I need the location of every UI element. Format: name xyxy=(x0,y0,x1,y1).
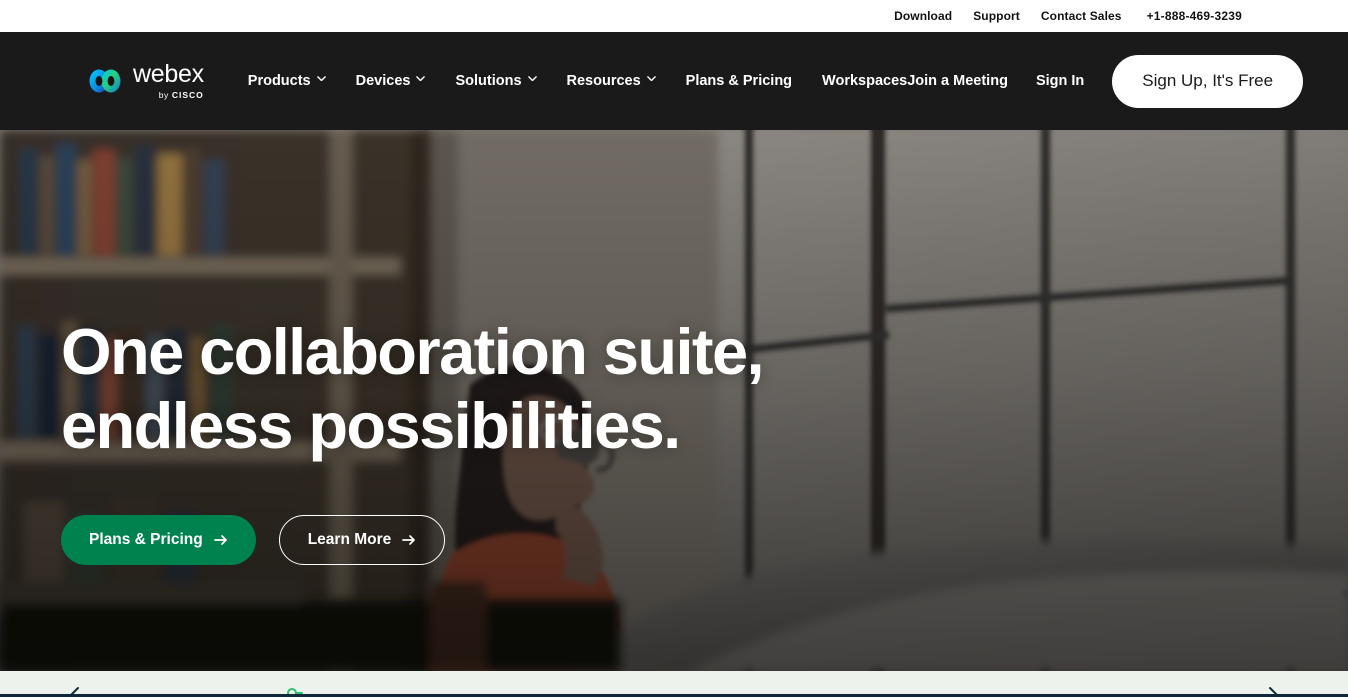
utility-link-contact-sales[interactable]: Contact Sales xyxy=(1041,9,1122,23)
utility-link-download[interactable]: Download xyxy=(894,9,952,23)
header-actions: Join a Meeting Sign In Sign Up, It's Fre… xyxy=(907,54,1304,108)
logo-byline: by CISCO xyxy=(159,90,204,100)
logo-byline-prefix: by xyxy=(158,90,172,100)
main-header: webex by CISCO Products Devices Solution… xyxy=(0,32,1348,130)
nav-label-plans-pricing: Plans & Pricing xyxy=(685,73,793,89)
nav-label-devices: Devices xyxy=(355,73,411,89)
hero-headline-line-1: One collaboration suite, xyxy=(61,314,765,388)
utility-bar: Download Support Contact Sales +1-888-46… xyxy=(0,0,1348,32)
nav-item-products[interactable]: Products xyxy=(248,73,326,89)
learn-more-button[interactable]: Learn More xyxy=(278,514,446,565)
nav-item-solutions[interactable]: Solutions xyxy=(455,73,537,89)
chevron-down-icon xyxy=(527,75,537,85)
plans-pricing-button[interactable]: Plans & Pricing xyxy=(61,514,256,565)
logo-byline-brand: CISCO xyxy=(171,90,204,100)
hero-cta-group: Plans & Pricing Learn More xyxy=(61,514,763,565)
chevron-down-icon xyxy=(416,75,426,85)
nav-item-resources[interactable]: Resources xyxy=(567,73,656,89)
next-section-peek: See What's New xyxy=(0,671,1348,697)
chevron-down-icon xyxy=(316,75,326,85)
utility-link-support[interactable]: Support xyxy=(973,9,1020,23)
webex-logo-mark-icon xyxy=(88,68,122,94)
webex-logo[interactable]: webex by CISCO xyxy=(88,62,204,100)
sign-up-button[interactable]: Sign Up, It's Free xyxy=(1112,54,1304,108)
nav-item-workspaces[interactable]: Workspaces xyxy=(822,73,907,89)
nav-label-resources: Resources xyxy=(566,73,641,89)
hero-headline: One collaboration suite, endless possibi… xyxy=(61,314,765,463)
sign-in-link[interactable]: Sign In xyxy=(1036,73,1084,89)
arrow-right-icon xyxy=(402,533,416,546)
learn-more-button-label: Learn More xyxy=(307,530,392,548)
hero-banner: One collaboration suite, endless possibi… xyxy=(0,130,1348,671)
nav-label-solutions: Solutions xyxy=(455,73,522,89)
nav-label-workspaces: Workspaces xyxy=(822,73,908,89)
join-a-meeting-link[interactable]: Join a Meeting xyxy=(907,73,1008,89)
primary-navigation: Products Devices Solutions Resources Pla… xyxy=(248,73,907,89)
nav-item-plans-pricing[interactable]: Plans & Pricing xyxy=(686,73,792,89)
hero-content: One collaboration suite, endless possibi… xyxy=(61,130,765,671)
plans-pricing-button-label: Plans & Pricing xyxy=(89,530,203,548)
arrow-right-icon xyxy=(213,533,228,546)
sales-phone-number[interactable]: +1-888-469-3239 xyxy=(1147,9,1242,23)
nav-item-devices[interactable]: Devices xyxy=(356,73,426,89)
logo-wordmark: webex xyxy=(133,60,204,88)
nav-label-products: Products xyxy=(247,73,311,89)
chevron-down-icon xyxy=(646,75,656,85)
hero-headline-line-2: endless possibilities. xyxy=(61,388,681,462)
